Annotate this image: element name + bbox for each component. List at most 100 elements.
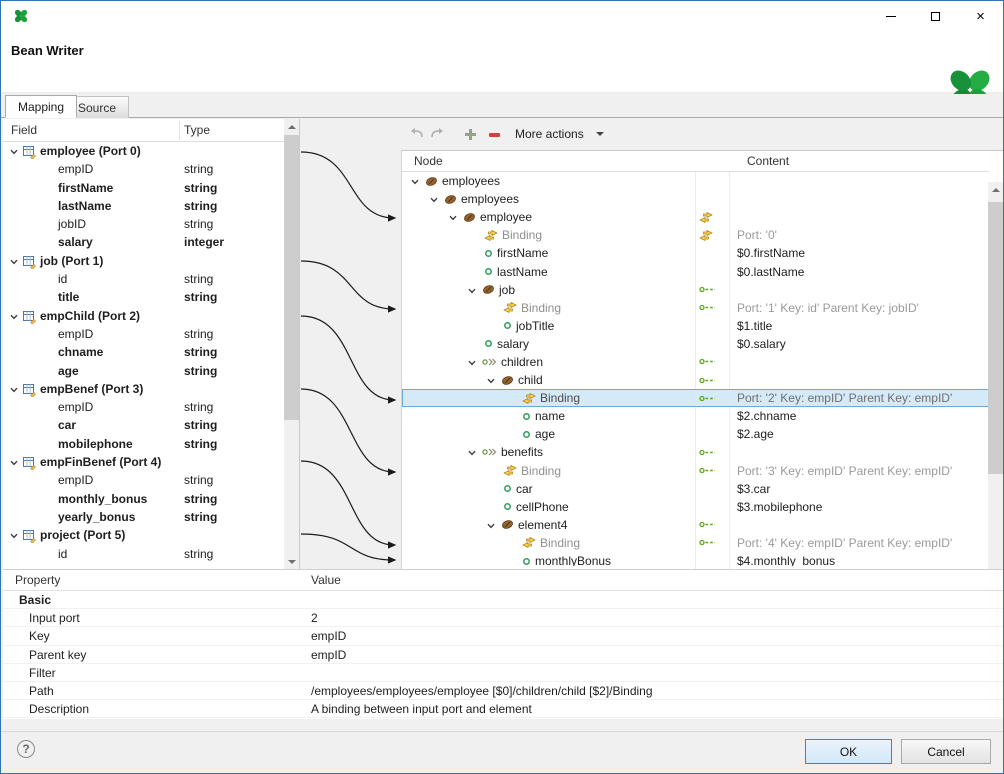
field-row-chname[interactable]: chnamestring xyxy=(3,343,285,361)
field-group-row-employee-port-0[interactable]: employee (Port 0) xyxy=(3,142,285,160)
tree-row-cellphone[interactable]: cellPhone$3.mobilephone xyxy=(402,498,989,516)
chevron-down-icon[interactable] xyxy=(486,375,501,385)
tree-row-binding[interactable]: BindingPort: '4' Key: empID' Parent Key:… xyxy=(402,534,989,552)
property-row-filter[interactable]: Filter xyxy=(3,664,1003,682)
field-row-empid[interactable]: empIDstring xyxy=(3,398,285,416)
chevron-down-icon[interactable] xyxy=(9,530,19,540)
chevron-down-icon[interactable] xyxy=(410,176,425,186)
tree-row-monthlybonus[interactable]: monthlyBonus$4.monthly_bonus xyxy=(402,552,989,566)
field-row-jobid[interactable]: jobIDstring xyxy=(3,215,285,233)
indicator-cell xyxy=(695,498,729,516)
tree-row-lastname[interactable]: lastName$0.lastName xyxy=(402,262,989,280)
field-type: string xyxy=(184,364,217,378)
field-row-yearly-bonus[interactable]: yearly_bonusstring xyxy=(3,508,285,526)
tree-row-binding[interactable]: BindingPort: '1' Key: id' Parent Key: jo… xyxy=(402,299,989,317)
field-type: string xyxy=(184,418,217,432)
field-type: integer xyxy=(184,235,224,249)
field-group-row-empbenef-port-3[interactable]: empBenef (Port 3) xyxy=(3,380,285,398)
mapping-indicator-icon xyxy=(695,534,729,552)
binding-indicator-icon xyxy=(695,208,729,226)
property-row-path[interactable]: Path/employees/employees/employee [$0]/c… xyxy=(3,682,1003,700)
tree-row-element4[interactable]: element4 xyxy=(402,516,989,534)
chevron-down-icon[interactable] xyxy=(9,457,19,467)
ok-button[interactable]: OK xyxy=(805,739,892,764)
tree-row-car[interactable]: car$3.car xyxy=(402,480,989,498)
field-row-monthly-bonus[interactable]: monthly_bonusstring xyxy=(3,490,285,508)
content-cell: $0.salary xyxy=(729,335,989,353)
scrollbar-thumb[interactable] xyxy=(988,202,1003,474)
more-actions-button[interactable]: More actions xyxy=(515,127,584,141)
chevron-down-icon[interactable] xyxy=(9,146,19,156)
node-cell: name xyxy=(402,407,695,425)
field-row-empid[interactable]: empIDstring xyxy=(3,325,285,343)
property-row-basic[interactable]: Basic xyxy=(3,591,1003,609)
chevron-down-icon[interactable] xyxy=(448,212,463,222)
scroll-down-icon[interactable] xyxy=(284,554,299,569)
field-row-id[interactable]: idstring xyxy=(3,270,285,288)
property-row-input-port[interactable]: Input port2 xyxy=(3,609,1003,627)
chevron-down-icon[interactable] xyxy=(429,194,444,204)
dialog-header: Bean Writer xyxy=(1,31,1003,93)
chevron-down-icon[interactable] xyxy=(467,447,482,457)
tree-row-binding[interactable]: BindingPort: '0' xyxy=(402,226,989,244)
redo-icon[interactable] xyxy=(429,127,445,140)
property-row-parent-key[interactable]: Parent keyempID xyxy=(3,646,1003,664)
maximize-icon[interactable] xyxy=(913,1,958,31)
field-row-salary[interactable]: salaryinteger xyxy=(3,233,285,251)
tree-row-benefits[interactable]: benefits xyxy=(402,443,989,461)
property-row-description[interactable]: DescriptionA binding between input port … xyxy=(3,700,1003,718)
scroll-up-icon[interactable] xyxy=(988,182,1003,197)
cancel-button-label: Cancel xyxy=(927,745,964,759)
tree-row-binding[interactable]: BindingPort: '3' Key: empID' Parent Key:… xyxy=(402,462,989,480)
property-name: Parent key xyxy=(29,648,86,662)
tree-row-job[interactable]: job xyxy=(402,281,989,299)
chevron-down-icon[interactable] xyxy=(467,285,482,295)
property-row-key[interactable]: KeyempID xyxy=(3,627,1003,645)
field-group-row-job-port-1[interactable]: job (Port 1) xyxy=(3,252,285,270)
tree-scrollbar[interactable] xyxy=(988,182,1003,601)
minimize-icon[interactable] xyxy=(868,1,913,31)
close-icon[interactable]: × xyxy=(958,1,1003,31)
tree-row-salary[interactable]: salary$0.salary xyxy=(402,335,989,353)
tree-row-binding[interactable]: BindingPort: '2' Key: empID' Parent Key:… xyxy=(402,389,989,407)
field-group-row-empfinbenef-port-4[interactable]: empFinBenef (Port 4) xyxy=(3,453,285,471)
chevron-down-icon[interactable] xyxy=(467,357,482,367)
field-row-empid[interactable]: empIDstring xyxy=(3,160,285,178)
chevron-down-icon[interactable] xyxy=(9,311,19,321)
undo-icon[interactable] xyxy=(409,127,425,140)
scroll-up-icon[interactable] xyxy=(284,119,299,134)
content-cell: $2.chname xyxy=(729,407,989,425)
tree-row-employee[interactable]: employee xyxy=(402,208,989,226)
chevron-down-icon[interactable] xyxy=(596,132,604,136)
field-row-age[interactable]: agestring xyxy=(3,362,285,380)
chevron-down-icon[interactable] xyxy=(486,520,501,530)
field-row-mobilephone[interactable]: mobilephonestring xyxy=(3,435,285,453)
tree-row-child[interactable]: child xyxy=(402,371,989,389)
tab-mapping[interactable]: Mapping xyxy=(5,95,77,118)
field-row-lastname[interactable]: lastNamestring xyxy=(3,197,285,215)
field-row-empid[interactable]: empIDstring xyxy=(3,471,285,489)
tree-row-firstname[interactable]: firstName$0.firstName xyxy=(402,244,989,262)
fields-scrollbar[interactable] xyxy=(284,119,299,569)
scrollbar-thumb[interactable] xyxy=(284,135,299,420)
content-cell: $1.title xyxy=(729,317,989,335)
field-group-row-project-port-5[interactable]: project (Port 5) xyxy=(3,526,285,544)
field-row-firstname[interactable]: firstNamestring xyxy=(3,179,285,197)
chevron-down-icon[interactable] xyxy=(9,384,19,394)
tree-row-employees[interactable]: employees xyxy=(402,172,989,190)
tree-row-children[interactable]: children xyxy=(402,353,989,371)
minus-icon[interactable] xyxy=(489,133,500,137)
property-name: Key xyxy=(29,629,50,643)
tree-row-employees[interactable]: employees xyxy=(402,190,989,208)
plus-icon[interactable] xyxy=(465,129,476,140)
field-group-row-empchild-port-2[interactable]: empChild (Port 2) xyxy=(3,307,285,325)
tree-row-jobtitle[interactable]: jobTitle$1.title xyxy=(402,317,989,335)
field-row-title[interactable]: titlestring xyxy=(3,288,285,306)
field-row-car[interactable]: carstring xyxy=(3,416,285,434)
help-button[interactable]: ? xyxy=(17,740,35,758)
cancel-button[interactable]: Cancel xyxy=(901,739,991,764)
tree-row-age[interactable]: age$2.age xyxy=(402,425,989,443)
tree-row-name[interactable]: name $2.chname xyxy=(402,407,989,425)
chevron-down-icon[interactable] xyxy=(9,256,19,266)
field-row-id[interactable]: idstring xyxy=(3,545,285,563)
